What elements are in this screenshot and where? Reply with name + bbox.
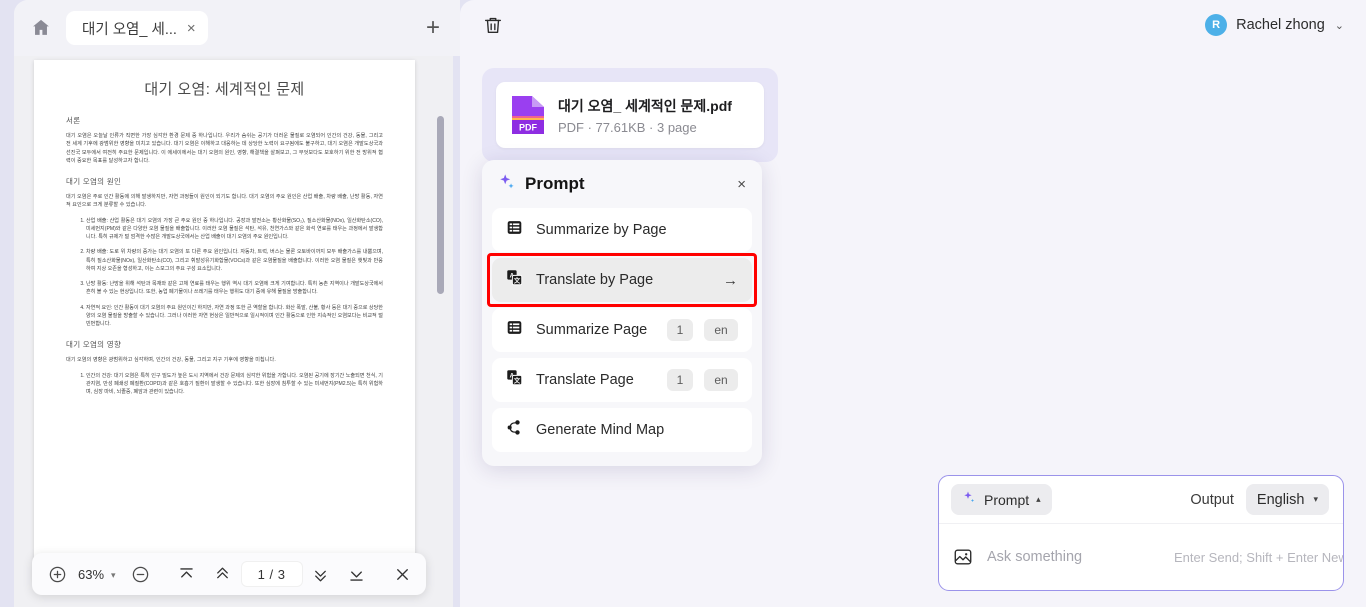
output-label: Output — [1190, 491, 1234, 508]
language-badge[interactable]: en — [704, 319, 738, 341]
tab-bar: 대기 오염_ 세... × + — [14, 0, 460, 56]
prompt-toggle-label: Prompt — [984, 491, 1030, 508]
prompt-item-generate-mind-map[interactable]: Generate Mind Map — [492, 408, 752, 452]
chevron-down-icon[interactable]: ▾ — [111, 570, 116, 581]
prompt-item-label: Translate by Page — [536, 272, 654, 288]
tab-title: 대기 오염_ 세... — [82, 21, 177, 38]
sparkle-icon — [498, 173, 516, 196]
new-tab-button[interactable]: + — [420, 16, 446, 40]
composer-toolbar: Prompt ▴ Output English ▾ — [939, 476, 1343, 524]
sparkle-icon — [962, 490, 977, 510]
last-page-icon[interactable] — [344, 560, 370, 588]
pdf-file-icon: PDF — [510, 94, 546, 136]
prompt-item-label: Translate Page — [536, 372, 634, 388]
pdf-toolbar: 63% ▾ 1 / 3 — [32, 553, 426, 595]
zoom-level-value[interactable]: 63% — [78, 567, 104, 582]
arrow-right-icon: → — [723, 271, 738, 289]
doc-heading: 대기 오염의 영향 — [66, 340, 122, 350]
prev-page-icon[interactable] — [210, 560, 236, 588]
user-name: Rachel zhong — [1236, 17, 1325, 33]
prompt-item-label: Generate Mind Map — [536, 422, 665, 438]
pdf-scrollbar-thumb[interactable] — [437, 116, 444, 294]
mind-map-icon — [506, 419, 523, 441]
image-icon[interactable] — [953, 547, 973, 567]
doc-paragraph: 대기 오염의 영향은 광범위하고 심각하며, 인간의 건강, 동물, 그리고 지… — [66, 357, 276, 364]
pdf-page: 대기 오염: 세계적인 문제 서론 대기 오염은 오늘날 인류가 직면한 가장 … — [34, 60, 415, 580]
user-menu[interactable]: R Rachel zhong ⌄ — [1205, 14, 1344, 36]
pdf-viewer-canvas[interactable]: 대기 오염: 세계적인 문제 서론 대기 오염은 오늘날 인류가 직면한 가장 … — [14, 56, 453, 607]
file-name: 대기 오염_ 세계적인 문제.pdf — [558, 97, 732, 114]
document-title: 대기 오염: 세계적인 문제 — [144, 81, 305, 98]
tab-close-icon[interactable]: × — [187, 21, 196, 36]
doc-list: 인간의 건강: 대기 오염은 특히 인구 밀도가 높은 도시 지역에서 건강 문… — [66, 372, 383, 397]
language-badge[interactable]: en — [704, 369, 738, 391]
next-page-icon[interactable] — [308, 560, 334, 588]
prompt-panel-header: Prompt × — [482, 160, 762, 208]
composer-hint: Enter Send; Shift + Enter Newline — [1174, 549, 1343, 565]
doc-list-item: 산업 배출: 산업 활동은 대기 오염의 가장 큰 주요 원인 중 하나입니다.… — [86, 217, 383, 242]
prompt-item-label: Summarize Page — [536, 322, 648, 338]
chevron-down-icon: ▾ — [1313, 494, 1318, 504]
prompt-panel: Prompt × Summarize by Page A 文 Translate… — [482, 160, 762, 466]
prompt-item-translate-by-page[interactable]: A 文 Translate by Page → — [492, 258, 752, 302]
chat-pane: R Rachel zhong ⌄ PDF 대기 오염_ 세계적인 문제.pdf … — [460, 0, 1366, 607]
prompt-item-badges: 1 en — [667, 369, 738, 391]
prompt-panel-title: Prompt — [525, 174, 585, 193]
message-bubble-attachment: PDF 대기 오염_ 세계적인 문제.pdf PDF · 77.61KB · 3… — [482, 68, 778, 162]
trash-icon[interactable] — [482, 14, 504, 36]
application-window: 대기 오염_ 세... × + 대기 오염: 세계적인 문제 서론 대기 오염은… — [0, 0, 1366, 607]
prompt-item-label: Summarize by Page — [536, 222, 667, 238]
prompt-toggle-button[interactable]: Prompt ▴ — [951, 484, 1052, 515]
svg-text:文: 文 — [514, 276, 521, 285]
page-badge[interactable]: 1 — [667, 319, 693, 341]
close-icon[interactable] — [390, 560, 416, 588]
document-tab[interactable]: 대기 오염_ 세... × — [66, 11, 208, 45]
file-meta-text: PDF · 77.61KB · 3 page — [558, 119, 697, 135]
doc-heading: 서론 — [66, 116, 81, 125]
pdf-scrollbar[interactable] — [437, 116, 444, 601]
doc-list: 산업 배출: 산업 활동은 대기 오염의 가장 큰 주요 원인 중 하나입니다.… — [66, 217, 383, 329]
composer-input-row: Enter Send; Shift + Enter Newline — [939, 524, 1343, 590]
output-language-select[interactable]: English ▾ — [1245, 484, 1329, 515]
first-page-icon[interactable] — [174, 560, 200, 588]
svg-text:PDF: PDF — [519, 123, 538, 133]
close-icon[interactable]: × — [737, 177, 746, 192]
page-indicator[interactable]: 1 / 3 — [240, 561, 303, 587]
chevron-up-icon: ▴ — [1036, 494, 1041, 504]
avatar: R — [1205, 14, 1228, 36]
svg-text:文: 文 — [514, 376, 521, 385]
prompt-item-translate-page[interactable]: A 文 Translate Page 1 en — [492, 358, 752, 402]
prompt-options-list: Summarize by Page A 文 Translate by Page … — [482, 208, 762, 452]
chat-header: R Rachel zhong ⌄ — [460, 0, 1366, 50]
prompt-item-summarize-by-page[interactable]: Summarize by Page — [492, 208, 752, 252]
zoom-out-icon[interactable] — [128, 560, 154, 588]
document-content: 대기 오염: 세계적인 문제 서론 대기 오염은 오늘날 인류가 직면한 가장 … — [34, 60, 415, 396]
doc-list-item: 인간의 건강: 대기 오염은 특히 인구 밀도가 높은 도시 지역에서 건강 문… — [86, 372, 383, 397]
zoom-in-icon[interactable] — [44, 560, 70, 588]
translate-icon: A 文 — [506, 269, 523, 291]
home-icon[interactable] — [30, 17, 52, 39]
chat-composer: Prompt ▴ Output English ▾ Ask something … — [938, 475, 1344, 591]
prompt-item-summarize-page[interactable]: Summarize Page 1 en — [492, 308, 752, 352]
list-lines-icon — [506, 319, 523, 341]
translate-icon: A 文 — [506, 369, 523, 391]
ask-input[interactable] — [987, 544, 1174, 570]
doc-list-item: 자연적 요인: 인간 활동이 대기 오염의 주요 원인이긴 하지만, 자연 과정… — [86, 304, 383, 329]
output-language-value: English — [1256, 491, 1305, 508]
doc-heading: 대기 오염의 원인 — [66, 177, 122, 186]
list-lines-icon — [506, 219, 523, 241]
pdf-viewer-pane: 대기 오염_ 세... × + 대기 오염: 세계적인 문제 서론 대기 오염은… — [0, 0, 460, 607]
doc-paragraph: 대기 오염은 주로 인간 활동에 의해 발생하지만, 자연 과정들이 원인이 되… — [66, 194, 383, 209]
file-attachment-card[interactable]: PDF 대기 오염_ 세계적인 문제.pdf PDF · 77.61KB · 3… — [496, 82, 764, 148]
file-meta: 대기 오염_ 세계적인 문제.pdf PDF · 77.61KB · 3 pag… — [558, 96, 732, 135]
doc-paragraph: 대기 오염은 오늘날 인류가 직면한 가장 심각한 환경 문제 중 하나입니다.… — [66, 133, 383, 164]
doc-list-item: 차량 배출: 도로 위 차량의 증가는 대기 오염의 또 다른 주요 원인입니다… — [86, 248, 383, 273]
doc-list-item: 난방 활동: 난방을 위해 석탄과 목재와 같은 고체 연료를 태우는 행위 역… — [86, 280, 383, 297]
chevron-down-icon: ⌄ — [1334, 19, 1344, 32]
page-badge[interactable]: 1 — [667, 369, 693, 391]
prompt-item-badges: 1 en — [667, 319, 738, 341]
